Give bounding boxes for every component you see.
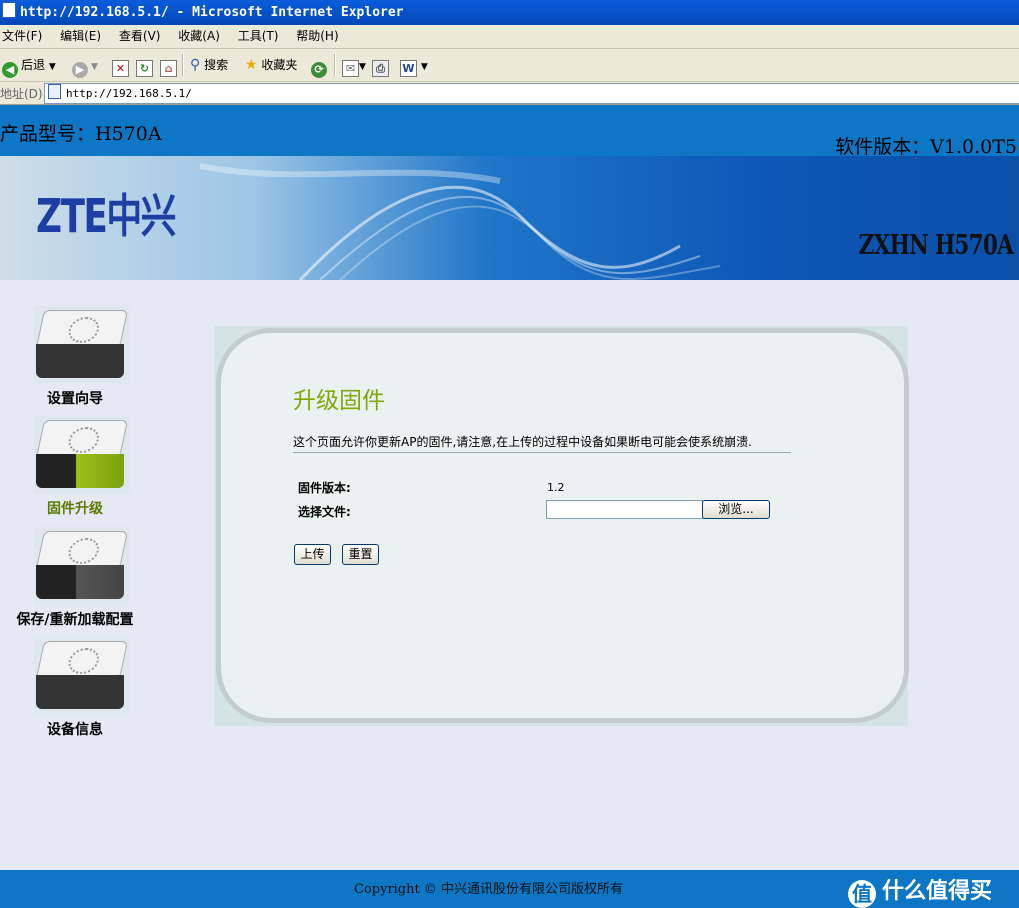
- refresh-icon: ↻: [136, 60, 153, 77]
- sidebar-item-label: 设备信息: [47, 722, 103, 738]
- upload-button[interactable]: 上传: [294, 544, 331, 565]
- footer: Copyright © 中兴通讯股份有限公司版权所有 值什么值得买: [0, 870, 1019, 908]
- word-icon: W: [400, 60, 417, 77]
- zte-logo: ZTE中兴: [36, 189, 177, 243]
- window-title-bar: http://192.168.5.1/ - Microsoft Internet…: [0, 0, 1019, 25]
- stop-button[interactable]: ✕: [112, 55, 129, 77]
- mail-dropdown-icon: ▼: [359, 62, 366, 72]
- router-icon: [34, 527, 129, 605]
- address-url: http://192.168.5.1/: [66, 87, 192, 100]
- software-version: 软件版本：V1.0.0T5: [835, 136, 1017, 158]
- mail-icon: ✉: [342, 60, 359, 77]
- ie-page-icon: [2, 2, 16, 18]
- menu-file[interactable]: 文件(F): [0, 25, 54, 48]
- home-button[interactable]: ⌂: [160, 55, 177, 77]
- file-path-input[interactable]: [546, 500, 703, 519]
- sidebar-item-setup-wizard[interactable]: 设置向导: [0, 306, 150, 408]
- sidebar-item-save-reload-config[interactable]: 保存/重新加载配置: [0, 527, 150, 629]
- menu-view[interactable]: 查看(V): [117, 25, 173, 48]
- sidebar-item-firmware-upgrade[interactable]: 固件升级: [0, 416, 150, 518]
- toolbar-separator: [334, 54, 336, 76]
- divider: [293, 452, 791, 453]
- refresh-button[interactable]: ↻: [136, 55, 153, 77]
- mail-button[interactable]: ✉ ▼: [342, 55, 366, 77]
- forward-arrow-icon: ▶: [72, 62, 88, 78]
- back-arrow-icon: ◀: [2, 62, 18, 78]
- page-description: 这个页面允许你更新AP的固件,请注意,在上传的过程中设备如果断电可能会使系统崩溃…: [293, 435, 752, 449]
- product-model: 产品型号：H570A: [0, 123, 162, 145]
- content-panel: 升级固件 这个页面允许你更新AP的固件,请注意,在上传的过程中设备如果断电可能会…: [216, 328, 909, 723]
- choose-file-label: 选择文件:: [298, 505, 351, 519]
- menu-tools[interactable]: 工具(T): [236, 25, 291, 48]
- banner-model-name: ZXHN H570A: [858, 230, 1014, 261]
- forward-button[interactable]: ▶ ▼: [72, 55, 98, 78]
- history-icon: ⟳: [311, 62, 327, 78]
- menu-favorites[interactable]: 收藏(A): [176, 25, 232, 48]
- firmware-version-value: 1.2: [547, 481, 565, 494]
- menu-help[interactable]: 帮助(H): [294, 25, 350, 48]
- page-title: 升级固件: [293, 388, 385, 414]
- forward-dropdown-icon: ▼: [91, 62, 98, 72]
- address-input[interactable]: http://192.168.5.1/: [44, 83, 1019, 104]
- back-button[interactable]: ◀ 后退 ▼: [2, 55, 56, 78]
- menu-edit[interactable]: 编辑(E): [58, 25, 113, 48]
- router-icon: [34, 416, 129, 494]
- smzdm-logo-icon: 值: [848, 880, 876, 908]
- sidebar-item-label: 保存/重新加载配置: [16, 612, 134, 628]
- header-band: 产品型号：H570A 软件版本：V1.0.0T5: [0, 105, 1019, 158]
- window-title: http://192.168.5.1/ - Microsoft Internet…: [20, 5, 404, 20]
- home-icon: ⌂: [160, 60, 177, 77]
- stop-icon: ✕: [112, 60, 129, 77]
- favorites-button[interactable]: ★ 收藏夹: [245, 55, 297, 75]
- router-icon: [34, 306, 129, 384]
- banner: ZTE中兴 ZXHN H570A: [0, 156, 1019, 280]
- firmware-version-label: 固件版本:: [298, 481, 351, 495]
- edit-dropdown-icon: ▼: [420, 62, 428, 72]
- watermark-text: 什么值得买: [882, 879, 993, 904]
- back-dropdown-icon: ▼: [48, 62, 56, 72]
- router-icon: [34, 637, 129, 715]
- reset-button[interactable]: 重置: [342, 544, 379, 565]
- copyright-text: Copyright © 中兴通讯股份有限公司版权所有: [354, 882, 623, 897]
- toolbar: ◀ 后退 ▼ ▶ ▼ ✕ ↻ ⌂ ⚲ 搜索 ★ 收藏夹 ⟳ ✉ ▼ ⎙ W ▼: [0, 49, 1019, 82]
- address-bar: 地址(D) http://192.168.5.1/: [0, 82, 1019, 105]
- browse-button[interactable]: 浏览...: [702, 500, 770, 519]
- search-button[interactable]: ⚲ 搜索: [190, 55, 228, 75]
- edit-button[interactable]: W ▼: [400, 55, 428, 77]
- printer-icon: ⎙: [372, 60, 389, 77]
- history-button[interactable]: ⟳: [311, 55, 330, 78]
- page-icon: [48, 84, 61, 99]
- sidebar-item-device-info[interactable]: 设备信息: [0, 637, 150, 739]
- sidebar-item-label: 设置向导: [47, 391, 103, 407]
- sidebar-item-label: 固件升级: [47, 501, 103, 517]
- watermark: 值什么值得买: [848, 873, 992, 908]
- star-icon: ★: [245, 57, 258, 73]
- address-label: 地址(D): [0, 87, 43, 101]
- toolbar-separator: [182, 54, 184, 76]
- print-button[interactable]: ⎙: [372, 55, 389, 77]
- menu-bar: 文件(F) 编辑(E) 查看(V) 收藏(A) 工具(T) 帮助(H): [0, 25, 1019, 49]
- search-icon: ⚲: [190, 57, 201, 73]
